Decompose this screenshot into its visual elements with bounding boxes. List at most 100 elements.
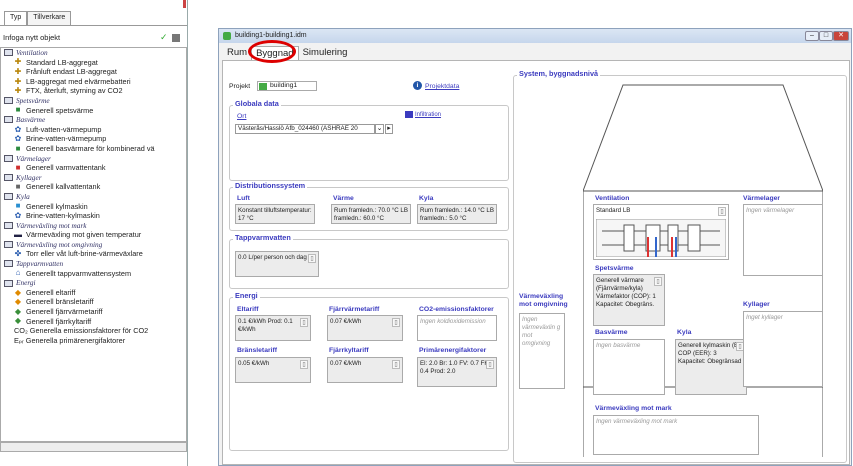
tree-item[interactable]: ✿ Luft-vatten-värmepump — [4, 125, 186, 135]
varme-label: Värme — [333, 195, 354, 202]
tree-label: Kyla — [16, 191, 30, 201]
tree-item[interactable]: ■ Generell kallvattentank — [4, 182, 186, 192]
window-title: building1-building1.idm — [235, 32, 307, 39]
tab-tillverkare[interactable]: Tillverkare — [27, 11, 72, 25]
district-cool-icon: ◆ — [14, 316, 22, 326]
tree-item[interactable]: ✚ Frånluft endast LB-aggregat — [4, 67, 186, 77]
tree-label: Basvärme — [16, 115, 46, 125]
tree-category[interactable]: Energi — [4, 278, 186, 288]
tree-item[interactable]: CO₂ Generella emissionsfaktorer för CO2 — [4, 326, 186, 336]
spets-label: Spetsvärme — [595, 265, 634, 272]
tree-item[interactable]: ◆ Generell fjärrvärmetariff — [4, 307, 186, 317]
building-icon — [259, 83, 267, 90]
tree-label: Brine-vatten-värmepump — [26, 134, 107, 144]
infiltration-link[interactable]: Infiltration — [415, 112, 441, 118]
grid-icon[interactable] — [172, 34, 180, 42]
kyla-dist-label: Kyla — [419, 195, 434, 202]
tree-item[interactable]: ✚ Standard LB-aggregat — [4, 58, 186, 68]
delete-icon[interactable]: ▯ — [486, 360, 494, 369]
fk-box[interactable]: 0.07 €/kWh ▯ — [327, 357, 403, 383]
delete-icon[interactable]: ▯ — [308, 254, 316, 263]
folder-icon — [4, 97, 13, 105]
place-select[interactable]: Västerås/Hasslö Afb_024460 (ASHRAE 20 — [235, 124, 375, 134]
tree-item[interactable]: ◆ Generell bränsletariff — [4, 297, 186, 307]
tree-category[interactable]: Värmeväxling mot omgivning — [4, 240, 186, 250]
tree-category[interactable]: Kyllager — [4, 173, 186, 183]
pe-box[interactable]: El: 2.0 Br: 1.0 FV: 0.7 FK: 0.4 Prod: 2.… — [417, 357, 497, 387]
maximize-button[interactable]: □ — [819, 31, 833, 41]
luft-box[interactable]: Konstant tilluftstemperatur: 17 °C — [235, 204, 315, 224]
bas-box[interactable]: Ingen basvärme — [593, 339, 665, 395]
pe-label: Primärenergifaktorer — [419, 347, 487, 354]
tree-item[interactable]: ■ Generell varmvattentank — [4, 163, 186, 173]
vent-box[interactable]: Standard LB ▯ — [593, 204, 729, 260]
tree-category[interactable]: Värmelager — [4, 154, 186, 164]
tree-category[interactable]: Spetsvärme — [4, 96, 186, 106]
exchanger-icon: ✤ — [14, 249, 22, 259]
vvx-omg-box[interactable]: Ingen värmeväxlin g mot omgivning — [519, 313, 565, 389]
tree-item[interactable]: ◆ Generell eltariff — [4, 288, 186, 298]
mark-box[interactable]: Ingen värmeväxling mot mark — [593, 415, 759, 455]
tree-category[interactable]: Kyla — [4, 192, 186, 202]
vlager-box[interactable]: Ingen värmelager — [743, 204, 823, 276]
kyla-box[interactable]: Generell kylmaskin (El) ▯ COP (EER): 3 Kap… — [675, 339, 747, 395]
tree-label: Torr eller våt luft-brine-värmeväxlare — [26, 249, 143, 259]
tree-item[interactable]: ◆ Generell fjärrkyltariff — [4, 317, 186, 327]
folder-icon — [4, 116, 13, 124]
app-icon — [223, 32, 231, 40]
delete-icon[interactable]: ▯ — [300, 360, 308, 369]
close-button[interactable]: ✕ — [833, 31, 849, 41]
folder-icon — [4, 221, 13, 229]
el-label: Eltariff — [237, 306, 259, 313]
kyla-dist-box[interactable]: Rum framledn.: 14.0 °C LB framledn.: 5.0… — [417, 204, 497, 224]
tab-typ[interactable]: Typ — [4, 11, 28, 25]
kyllager-box[interactable]: Inget kyllager — [743, 311, 823, 387]
tree-category[interactable]: Tappvarmvatten — [4, 259, 186, 269]
place-link[interactable]: Ort — [237, 113, 246, 120]
minimize-button[interactable]: – — [805, 31, 819, 41]
tree-item[interactable]: ✚ LB-aggregat med elvärmebatteri — [4, 77, 186, 87]
global-data-group — [229, 105, 509, 181]
fv-box[interactable]: 0.07 €/kWh ▯ — [327, 315, 403, 341]
delete-icon[interactable]: ▯ — [654, 277, 662, 286]
play-icon[interactable]: ▸ — [385, 124, 393, 134]
tree-item[interactable]: Eₚᵣ Generella primärenergifaktorer — [4, 336, 186, 346]
distribution-title: Distributionssystem — [233, 181, 308, 190]
tree-item[interactable]: ■ Generell basvärmare för kombinerad vä — [4, 144, 186, 154]
tree-item[interactable]: ✿ Brine-vatten-kylmaskin — [4, 211, 186, 221]
delete-icon[interactable]: ▯ — [392, 318, 400, 327]
check-icon[interactable]: ✓ — [160, 33, 169, 42]
tree-item[interactable]: ✿ Brine-vatten-värmepump — [4, 134, 186, 144]
delete-icon[interactable]: ▯ — [392, 360, 400, 369]
tree-item[interactable]: ▬ Värmeväxling mot given temperatur — [4, 230, 186, 240]
tree-item[interactable]: ■ Generell spetsvärme — [4, 106, 186, 116]
tree-label: Generellt tappvarmvattensystem — [26, 268, 132, 278]
delete-icon[interactable]: ▯ — [718, 207, 726, 216]
object-tree[interactable]: Ventilation ✚ Standard LB-aggregat ✚ Frånluf… — [0, 47, 187, 442]
tree-item[interactable]: ■ Generell kylmaskin — [4, 202, 186, 212]
tree-item[interactable]: ✤ Torr eller våt luft-brine-värmeväxlare — [4, 249, 186, 259]
tab-rum[interactable]: Rum — [223, 46, 251, 60]
tree-item[interactable]: ✚ FTX, återluft, styrning av CO2 — [4, 86, 186, 96]
co2-label: CO2-emissionsfaktorer — [419, 306, 494, 313]
spets-box[interactable]: Generell värmare (Fjärrvärme/kyla) ▯ Värme… — [593, 274, 665, 326]
horizontal-scrollbar[interactable] — [0, 442, 187, 452]
tree-category[interactable]: Basvärme — [4, 115, 186, 125]
tree-category[interactable]: Värmeväxling mot mark — [4, 221, 186, 231]
project-data-link[interactable]: Projektdata — [425, 83, 459, 90]
fan-icon: ✚ — [14, 66, 22, 76]
br-box[interactable]: 0.05 €/kWh ▯ — [235, 357, 311, 383]
project-label: Projekt — [229, 83, 251, 90]
varme-box[interactable]: Rum framledn.: 70.0 °C LB framledn.: 60.… — [331, 204, 411, 224]
tree-item[interactable]: ⌂ Generellt tappvarmvattensystem — [4, 269, 186, 279]
delete-icon[interactable]: ▯ — [300, 318, 308, 327]
tap-box[interactable]: 0.0 L/per person och dag ▯ — [235, 251, 319, 277]
el-box[interactable]: 0.1 €/kWh Prod: 0.1 €/kWh ▯ — [235, 315, 311, 341]
fuel-icon: ◆ — [14, 297, 22, 307]
tab-simulering[interactable]: Simulering — [299, 46, 352, 60]
tree-category[interactable]: Ventilation — [4, 48, 186, 58]
co2-box[interactable]: Ingen koldioxidemission — [417, 315, 497, 341]
chevron-down-icon[interactable]: ⌄ — [375, 124, 384, 134]
info-icon: i — [413, 81, 422, 90]
tree-label: CO₂ Generella emissionsfaktorer för CO2 — [14, 326, 149, 336]
